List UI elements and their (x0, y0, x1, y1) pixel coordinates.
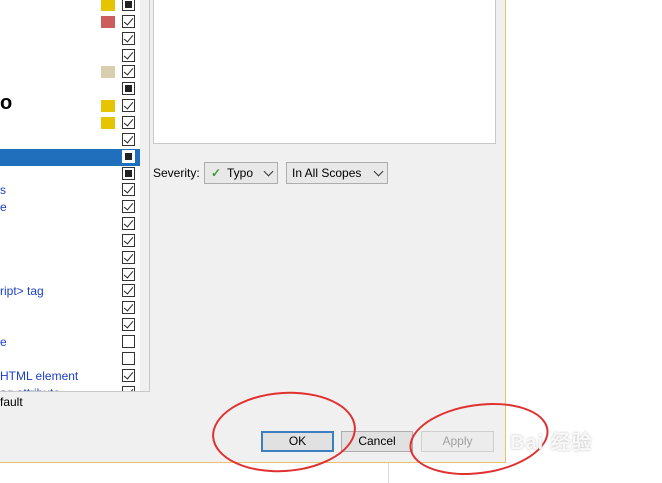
tree-row-label: o (0, 92, 13, 115)
tree-row-checkbox[interactable] (122, 65, 135, 79)
tree-row-label: HTML element (0, 368, 79, 383)
tree-row[interactable] (0, 267, 140, 284)
tree-row[interactable] (0, 351, 140, 368)
tree-row-checkbox[interactable] (122, 385, 135, 391)
tree-row-checkbox[interactable] (122, 115, 135, 129)
tree-row[interactable]: ag attribute (0, 385, 140, 391)
tree-row-checkbox[interactable] (122, 217, 135, 231)
tree-row-checkbox[interactable] (122, 48, 135, 62)
tree-row[interactable] (0, 115, 140, 132)
severity-color-swatch (101, 66, 115, 79)
severity-label: Severity: (153, 166, 200, 180)
tree-row[interactable] (0, 14, 140, 31)
tree-row[interactable]: e (0, 199, 140, 216)
scope-dropdown[interactable]: In All Scopes (286, 162, 388, 184)
tree-row-checkbox[interactable] (122, 368, 135, 382)
tree-row-label: e (0, 200, 7, 215)
tree-row-checkbox[interactable] (122, 351, 135, 365)
severity-value: Typo (227, 166, 254, 180)
severity-color-swatch (101, 100, 115, 113)
severity-color-swatch (101, 0, 115, 11)
baidu-watermark: Bai 经验 (510, 432, 593, 454)
tree-row[interactable] (0, 317, 140, 334)
tree-row-label: ript> tag (0, 284, 44, 299)
tree-row-checkbox[interactable] (122, 149, 135, 163)
typo-check-icon: ✓ (211, 166, 222, 180)
tree-row-checkbox[interactable] (122, 31, 135, 45)
tree-row-checkbox[interactable] (122, 0, 135, 11)
tree-row[interactable] (0, 166, 140, 183)
inspections-dialog: oseript> tage HTML elementag attribute f… (0, 0, 506, 463)
chevron-down-icon (373, 166, 384, 177)
tree-row[interactable]: s (0, 182, 140, 199)
scope-value: In All Scopes (292, 166, 362, 180)
tree-row-checkbox[interactable] (122, 301, 135, 315)
tree-row-checkbox[interactable] (122, 250, 135, 264)
tree-row[interactable]: ript> tag (0, 283, 140, 300)
tree-row-checkbox[interactable] (122, 267, 135, 281)
tree-row-checkbox[interactable] (122, 99, 135, 113)
tree-row[interactable] (0, 300, 140, 317)
tree-row[interactable] (0, 132, 140, 149)
tree-row[interactable] (0, 233, 140, 250)
tree-row-checkbox[interactable] (122, 82, 135, 96)
tree-scrollbar[interactable] (140, 0, 149, 391)
tree-row[interactable] (0, 216, 140, 233)
tree-row[interactable] (0, 148, 140, 166)
tree-row[interactable]: e (0, 334, 140, 351)
tree-row[interactable] (0, 250, 140, 267)
tree-row-checkbox[interactable] (122, 14, 135, 28)
tree-row-checkbox[interactable] (122, 132, 135, 146)
tree-row-checkbox[interactable] (122, 318, 135, 332)
tree-row-label: ag attribute (0, 386, 60, 391)
divider (388, 463, 389, 483)
tree-row[interactable] (0, 64, 140, 81)
tree-row[interactable] (0, 31, 140, 48)
tree-row-label: s (0, 183, 6, 198)
tree-row-checkbox[interactable] (122, 200, 135, 214)
reset-to-default-text: fault (0, 395, 23, 409)
tree-row-checkbox[interactable] (122, 335, 135, 348)
tree-row[interactable] (0, 48, 140, 65)
severity-color-swatch (101, 116, 115, 129)
severity-dropdown[interactable]: ✓ Typo (204, 162, 278, 184)
tree-row-checkbox[interactable] (122, 166, 135, 180)
severity-color-swatch (101, 15, 115, 28)
inspection-tree[interactable]: oseript> tage HTML elementag attribute (0, 0, 150, 392)
tree-row[interactable] (0, 0, 140, 14)
tree-row[interactable]: o (0, 92, 140, 115)
chevron-down-icon (263, 166, 274, 177)
tree-row-checkbox[interactable] (122, 183, 135, 197)
tree-row[interactable] (0, 81, 140, 98)
tree-row-label: e (0, 335, 7, 349)
description-panel (153, 0, 496, 144)
tree-row-checkbox[interactable] (122, 284, 135, 298)
tree-row[interactable]: HTML element (0, 368, 140, 385)
tree-row-checkbox[interactable] (122, 233, 135, 247)
